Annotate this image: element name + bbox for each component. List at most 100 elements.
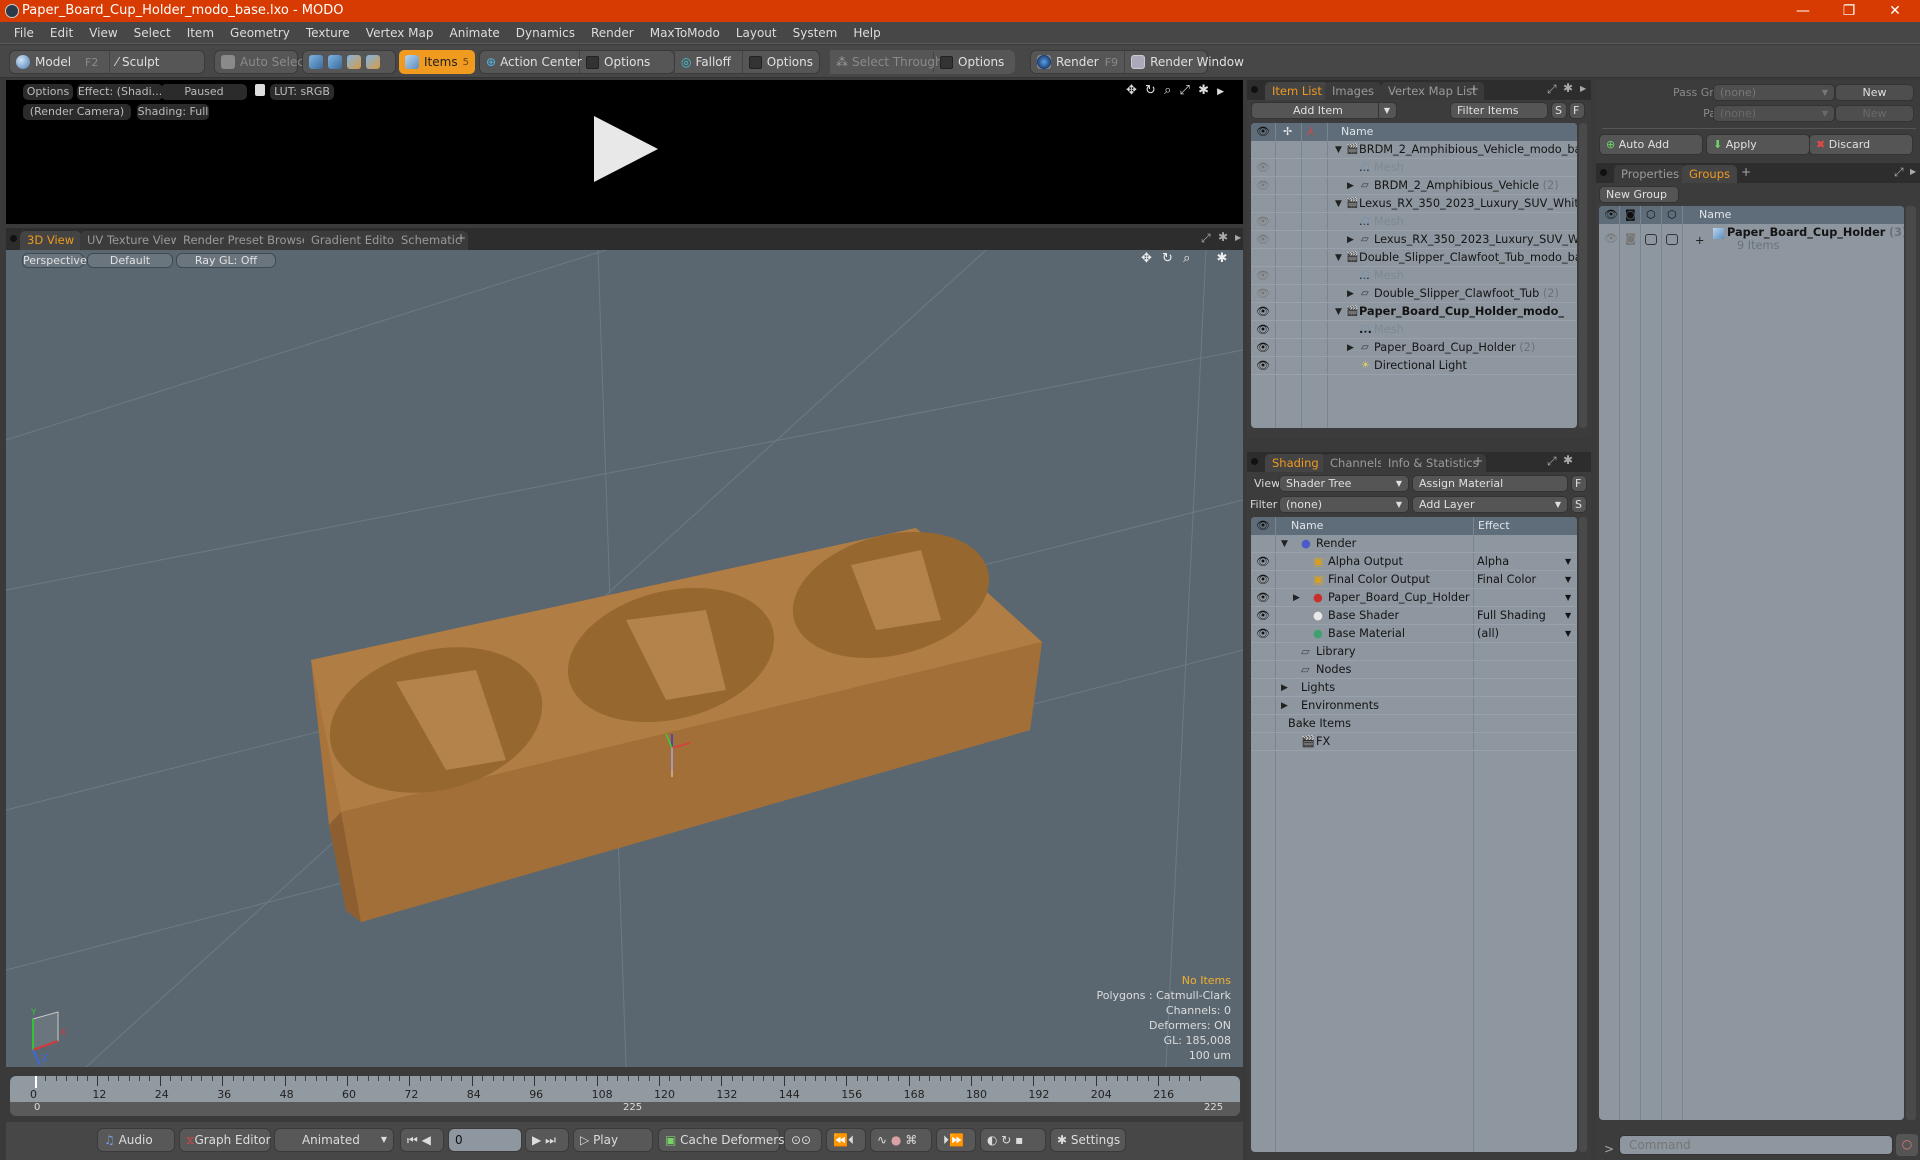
curve-key-icon[interactable]: ∿ [877,1133,887,1147]
chevron-down-icon[interactable]: ▼ [1565,553,1571,571]
tab-render-preset-browser[interactable]: Render Preset Browser [176,231,321,250]
expand-arrow-icon[interactable]: ▶ [1347,285,1354,303]
tab-item-list[interactable]: Item List [1265,82,1329,100]
shader-row[interactable]: ▶ Lights [1251,679,1577,697]
shader-tree-scrollbar[interactable] [1579,517,1587,1152]
item-list-scrollbar[interactable] [1579,123,1587,428]
menu-file[interactable]: File [6,22,42,44]
menu-layout[interactable]: Layout [728,22,785,44]
item-row[interactable]: 👁 ⬡ Mesh [1251,267,1577,285]
filter-dropdown[interactable]: (none) ▼ [1279,496,1409,513]
chevron-down-icon[interactable]: ▼ [1565,625,1571,643]
pass-groups-dropdown[interactable]: (none) ▼ [1713,84,1835,101]
eye-icon[interactable]: 👁 [1256,357,1270,375]
eye-icon[interactable]: 👁 [1256,589,1270,607]
minimize-button[interactable]: — [1780,0,1826,22]
menu-maxtomodo[interactable]: MaxToModo [642,22,728,44]
add-tab-button[interactable]: + [1469,82,1479,96]
panel-menu-dot[interactable] [10,235,17,242]
expand-plus-icon[interactable]: + [1695,232,1704,250]
keyframe-buttons[interactable]: ∿ ● ⌘ [870,1128,932,1152]
add-item-dropdown[interactable]: Add Item ▼ [1251,102,1397,119]
group-row[interactable]: 👁 ◙ + Paper_Board_Cup_Holder (3)... 9 It… [1599,224,1904,256]
eye-icon[interactable]: 👁 [1256,303,1270,321]
3d-viewport[interactable]: Y X Z Perspective Default Ray GL: Off ✥ … [6,250,1243,1067]
discard-button[interactable]: ✖ Discard [1809,134,1913,155]
tab-groups[interactable]: Groups [1682,165,1738,183]
collapse-arrow-icon[interactable]: ▼ [1281,535,1288,553]
shader-row[interactable]: 👁 ▣ Alpha Output Alpha ▼ [1251,553,1577,571]
item-row[interactable]: 👁 ☀ Directional Light [1251,357,1577,375]
shader-row[interactable]: 👁 ▣ Final Color Output Final Color ▼ [1251,571,1577,589]
select-through-options-button[interactable]: Options [934,51,1010,73]
collapse-arrow-icon[interactable]: ▼ [1335,195,1342,213]
tab-images[interactable]: Images [1325,82,1382,100]
collapse-arrow-icon[interactable]: ▼ [1335,141,1342,159]
eye-icon[interactable]: 👁 [1256,213,1270,231]
tab-shading[interactable]: Shading [1265,454,1326,472]
polygons-mode-icon[interactable] [347,55,361,69]
gear-icon[interactable]: ✱ [1563,453,1573,467]
item-row[interactable]: ▼ 🎬 BRDM_2_Amphibious_Vehicle_modo_bas ... [1251,141,1577,174]
key-skip-buttons[interactable]: ⏵⏩ [936,1128,976,1152]
menu-help[interactable]: Help [845,22,888,44]
menu-render[interactable]: Render [583,22,642,44]
shader-row[interactable]: ▶ Environments [1251,697,1577,715]
gear-icon[interactable]: ✱ [1217,251,1228,266]
go-to-end-icon[interactable]: ⏭ [545,1133,556,1147]
select-through-button[interactable]: ⁂ Select Through [830,51,943,73]
eye-icon[interactable]: 👁 [1256,231,1270,249]
shading-dropdown[interactable]: Shading: Full [137,104,209,120]
render-button[interactable]: Render F9 [1031,51,1126,73]
edges-mode-icon[interactable] [328,55,342,69]
assign-material-button[interactable]: Assign Material [1412,475,1568,492]
action-center-button[interactable]: ⊕ Action Center [480,51,582,73]
effect-value[interactable]: (all) [1477,625,1499,643]
vertices-mode-icon[interactable] [309,55,323,69]
maximize-icon[interactable]: ⤢ [1547,82,1557,97]
chevron-down-icon[interactable]: ▼ [1565,589,1571,607]
view-dropdown[interactable]: Shader Tree ▼ [1279,475,1409,492]
eye-icon[interactable]: 👁 [1256,571,1270,589]
tab-properties[interactable]: Properties [1614,165,1687,183]
shader-row[interactable]: 👁 ▶ ● Paper_Board_Cup_Holder ▼ [1251,589,1577,607]
expand-arrow-icon[interactable]: ▶ [1235,233,1241,242]
s-toggle[interactable]: S [1551,102,1567,119]
auto-add-button[interactable]: ⊕ Auto Add [1599,134,1703,155]
gear-icon[interactable]: ✱ [1218,230,1228,244]
eye-icon[interactable]: 👁 [1256,267,1270,285]
expand-arrow-icon[interactable]: ▶ [1347,339,1354,357]
effect-dropdown[interactable]: Effect: (Shadi... [77,84,163,100]
play-button[interactable]: ▷ Play [573,1128,653,1152]
zoom-icon[interactable]: ⌕ [1164,83,1171,98]
render-toggle-icon[interactable]: ◙ [1625,230,1636,248]
rotate-icon[interactable]: ↻ [1162,251,1173,266]
item-row[interactable]: 👁 ▼ 🎬 Paper_Board_Cup_Holder_modo_ ... [1251,303,1577,336]
menu-system[interactable]: System [785,22,846,44]
filter-items-input[interactable]: Filter Items [1450,102,1548,119]
shading-style-dropdown[interactable]: Default [87,253,173,268]
shader-row[interactable]: Bake Items [1251,715,1577,733]
command-input[interactable] [1619,1135,1893,1155]
sculpt-mode-button[interactable]: ⁄ Sculpt [110,51,166,73]
graph-editor-button[interactable]: ⧖Graph Editor [179,1128,271,1152]
maximize-icon[interactable]: ⤢ [1894,165,1904,180]
animated-dropdown[interactable]: Animated ▼ [274,1128,394,1152]
add-tab-button[interactable]: + [1741,165,1751,179]
zoom-icon[interactable]: ⌕ [1183,251,1190,266]
maximize-icon[interactable]: ⤢ [1180,83,1190,98]
panel-menu-dot[interactable] [1251,458,1258,465]
f-toggle[interactable]: F [1569,102,1585,119]
expand-arrow-icon[interactable]: ▶ [1580,84,1586,93]
perspective-dropdown[interactable]: Perspective [22,253,87,268]
new-pass-button[interactable]: New [1835,105,1914,122]
eye-icon[interactable]: 👁 [1256,321,1270,339]
collapse-arrow-icon[interactable]: ▼ [1335,249,1342,267]
item-row[interactable]: 👁 ▶ ▱ Double_Slipper_Clawfoot_Tub (2) [1251,285,1577,303]
item-row[interactable]: 👁 ▶ ▱ Paper_Board_Cup_Holder (2) [1251,339,1577,357]
new-group-button[interactable]: New Group [1599,186,1679,203]
settings-button[interactable]: ✱ Settings [1050,1128,1126,1152]
pan-icon[interactable]: ✥ [1126,83,1137,98]
go-to-start-icon[interactable]: ⏮ [407,1133,418,1147]
shader-row[interactable]: ▱ Library [1251,643,1577,661]
